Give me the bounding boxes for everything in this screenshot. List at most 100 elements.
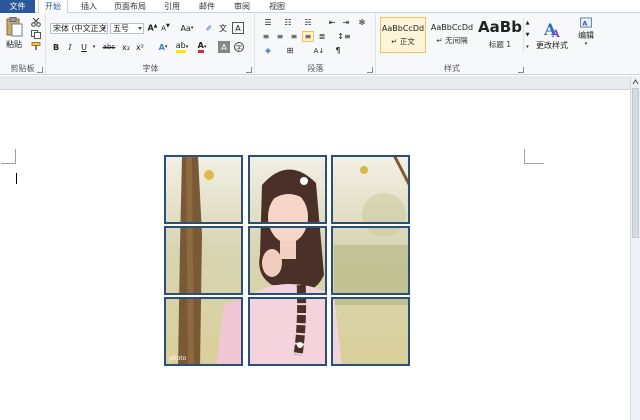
photo-slice [331, 297, 410, 366]
style-no-spacing-sample: AaBbCcDd [430, 23, 474, 32]
ruler-toggle-icon[interactable] [632, 78, 639, 86]
align-left-button[interactable]: ≡ [260, 31, 272, 42]
numbering-button[interactable]: ☷ [280, 17, 296, 28]
paragraph-launcher-icon[interactable] [367, 67, 373, 73]
shading-button[interactable]: ◈ [260, 45, 276, 56]
vertical-scrollbar[interactable] [630, 76, 640, 420]
chinese-layout-icon: ✻ [358, 18, 366, 27]
font-size-combo[interactable]: 五号 [110, 23, 144, 34]
style-heading-1-sample: AaBb [478, 18, 522, 36]
change-styles-button[interactable]: A A 更改样式 [534, 15, 570, 55]
align-center-button[interactable]: ≡ [274, 31, 286, 42]
font-launcher-icon[interactable] [246, 67, 252, 73]
bold-button[interactable]: B [50, 41, 62, 53]
change-styles-label: 更改样式 [536, 40, 568, 50]
align-right-button[interactable]: ≡ [288, 31, 300, 42]
bullets-button[interactable]: ☰ [260, 17, 276, 28]
character-border-button[interactable]: A [232, 22, 244, 34]
photo-tile[interactable] [248, 297, 327, 366]
photo-grid[interactable]: photo [164, 155, 412, 368]
justify-button[interactable]: ≡ [302, 31, 314, 42]
more-icon: ▾ [526, 44, 529, 50]
styles-group-label: 样式 [444, 64, 460, 73]
highlight-button[interactable]: ab ▾ [174, 41, 190, 53]
tab-file[interactable]: 文件 [0, 0, 35, 13]
indent-icon: ⇥ [342, 18, 350, 27]
text-effects-button[interactable]: A ▾ [155, 41, 171, 53]
paste-icon [6, 16, 23, 36]
grow-font-button[interactable]: A▲ [147, 22, 158, 34]
tab-review[interactable]: 审阅 [228, 0, 256, 13]
ribbon: 粘贴 剪贴板 宋体 (中文正文) 五号 A▲ A▼ Aa ▾ ✐ 文 A B I … [0, 13, 640, 75]
photo-tile[interactable] [331, 155, 410, 224]
paste-button[interactable]: 粘贴 [2, 15, 26, 51]
check-icon: ↵ [391, 37, 398, 46]
change-case-button[interactable]: Aa ▾ [178, 22, 196, 34]
distributed-button[interactable]: ≣ [316, 31, 328, 42]
photo-tile[interactable] [331, 226, 410, 295]
cut-button[interactable] [29, 17, 42, 27]
pilcrow-icon: ¶ [335, 46, 341, 55]
enclose-characters-button[interactable]: 字 [233, 41, 245, 53]
chinese-layout-button[interactable]: ✻ [356, 17, 368, 28]
photo-tile[interactable] [248, 226, 327, 295]
tab-mailings[interactable]: 邮件 [193, 0, 221, 13]
sort-button[interactable]: A↓ [312, 45, 326, 56]
multilevel-list-button[interactable]: ☵ [300, 17, 316, 28]
photo-slice [248, 226, 327, 295]
style-heading-1[interactable]: AaBb 标题 1 [477, 17, 523, 53]
italic-button[interactable]: I [64, 41, 76, 53]
strikethrough-button[interactable]: abc [101, 41, 117, 53]
style-normal[interactable]: AaBbCcDd ↵ 正文 [380, 17, 426, 53]
increase-indent-button[interactable]: ⇥ [340, 17, 352, 28]
highlighter-icon: ab [175, 41, 186, 53]
styles-group: AaBbCcDd ↵ 正文 AaBbCcDd ↵ 无间隔 AaBb 标题 1 ▲… [377, 13, 602, 75]
copy-button[interactable] [29, 29, 42, 39]
photo-slice [248, 155, 327, 224]
svg-text:A: A [582, 19, 587, 27]
clear-formatting-button[interactable]: ✐ [203, 22, 215, 34]
photo-tile[interactable]: photo [164, 297, 243, 366]
font-color-button[interactable]: A ▾ [194, 41, 210, 53]
phonetic-guide-button[interactable]: 文 [217, 22, 229, 34]
format-painter-button[interactable] [29, 41, 42, 51]
chevron-down-icon [102, 27, 106, 30]
character-shading-button[interactable]: A [218, 41, 230, 53]
clipboard-launcher-icon[interactable] [37, 67, 43, 73]
superscript-button[interactable]: x² [134, 41, 146, 53]
underline-button[interactable]: U [78, 41, 90, 53]
justify-icon: ≡ [304, 32, 312, 41]
styles-launcher-icon[interactable] [518, 67, 524, 73]
subscript-button[interactable]: x₂ [120, 41, 132, 53]
photo-tile[interactable] [164, 155, 243, 224]
align-right-icon: ≡ [290, 32, 298, 41]
chevron-down-icon: ▾ [584, 41, 588, 47]
shrink-font-button[interactable]: A▼ [160, 22, 171, 34]
decrease-indent-button[interactable]: ⇤ [326, 17, 338, 28]
photo-tile[interactable] [331, 297, 410, 366]
editing-button[interactable]: A 编辑 ▾ [573, 17, 599, 47]
style-no-spacing[interactable]: AaBbCcDd ↵ 无间隔 [429, 17, 475, 53]
tab-insert[interactable]: 插入 [75, 0, 103, 13]
tab-view[interactable]: 视图 [263, 0, 291, 13]
align-center-icon: ≡ [276, 32, 284, 41]
tab-references[interactable]: 引用 [158, 0, 186, 13]
styles-scroll[interactable]: ▲ ▼ ▾ [523, 17, 531, 53]
borders-button[interactable]: ⊞ [282, 45, 298, 56]
photo-tile[interactable] [164, 226, 243, 295]
tab-page-layout[interactable]: 页面布局 [110, 0, 150, 13]
font-name-combo[interactable]: 宋体 (中文正文) [50, 23, 108, 34]
border-a-icon: A [235, 23, 241, 33]
bullets-icon: ☰ [264, 18, 272, 27]
style-heading-1-name: 标题 1 [488, 40, 512, 49]
photo-slice [331, 226, 410, 295]
tab-home[interactable]: 开始 [38, 0, 68, 14]
find-icon: A [580, 17, 592, 28]
underline-dropdown[interactable]: ▾ [91, 41, 97, 53]
shading-a-icon: A [221, 42, 227, 52]
brush-icon [31, 41, 40, 50]
line-spacing-button[interactable]: ↕≡ [336, 31, 352, 42]
show-marks-button[interactable]: ¶ [332, 45, 344, 56]
scrollbar-thumb[interactable] [632, 88, 639, 238]
photo-tile[interactable] [248, 155, 327, 224]
